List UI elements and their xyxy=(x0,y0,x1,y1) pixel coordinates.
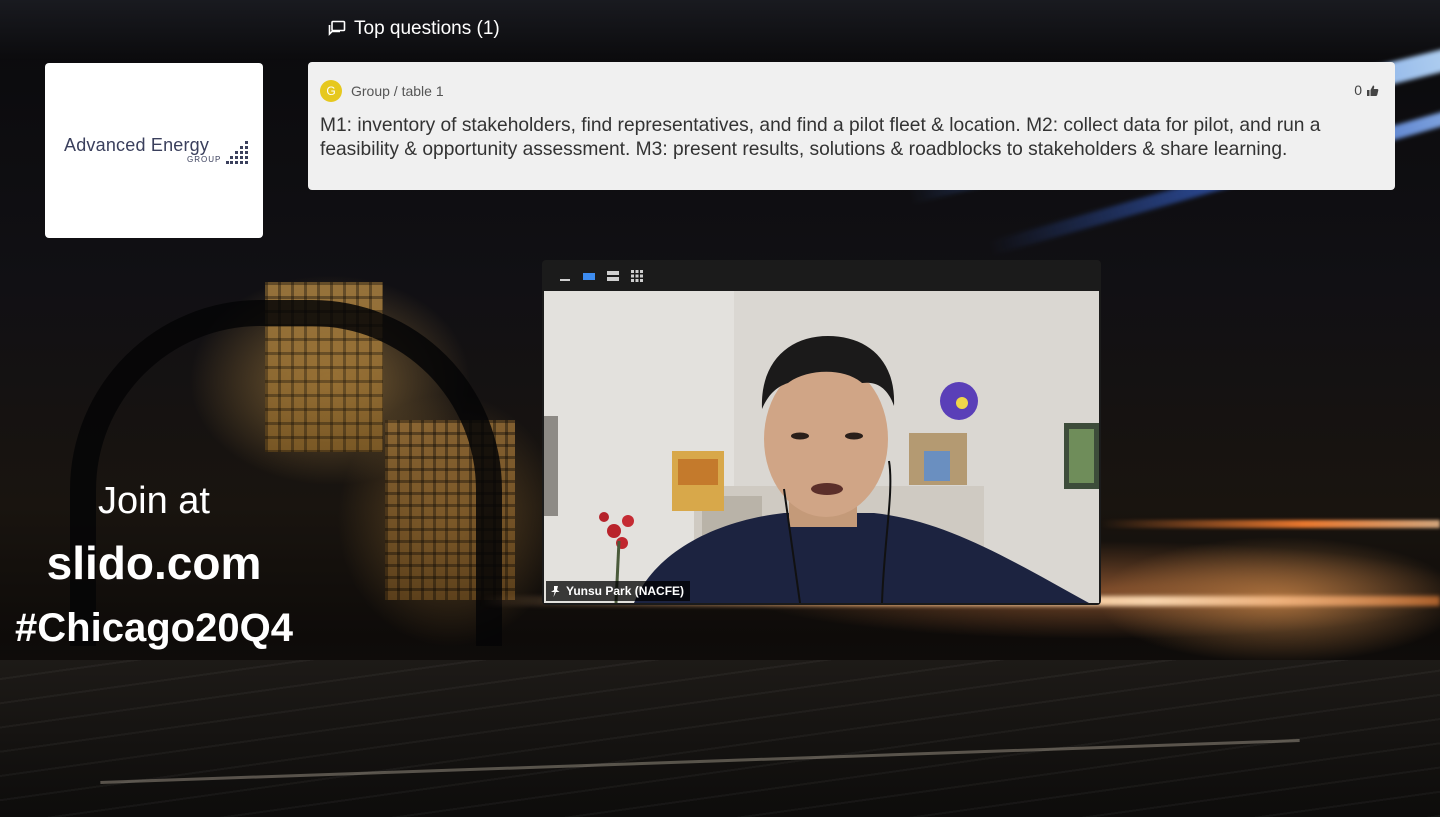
like-count: 0 xyxy=(1354,82,1362,98)
sponsor-logo-card: Advanced Energy GROUP xyxy=(45,63,263,238)
bridge-arch xyxy=(70,300,502,646)
question-author: Group / table 1 xyxy=(351,83,444,99)
bridge-beam xyxy=(0,0,1440,60)
road xyxy=(0,660,1440,817)
question-card[interactable]: G Group / table 1 0 M1: inventory of sta… xyxy=(308,62,1395,190)
advanced-energy-logo: Advanced Energy GROUP xyxy=(54,131,254,171)
question-meta: G Group / table 1 xyxy=(320,80,1383,102)
participant-name: Yunsu Park (NACFE) xyxy=(566,584,685,598)
join-label: Join at xyxy=(98,480,210,522)
participant-video: Yunsu Park (NACFE) xyxy=(544,291,1099,603)
slido-stage: Top questions (1) Advanced Energy GROUP … xyxy=(0,0,1440,817)
stacked-view-icon[interactable] xyxy=(606,268,620,282)
minimize-icon[interactable] xyxy=(558,268,572,282)
light-streak xyxy=(1100,520,1440,528)
speaker-view-icon[interactable] xyxy=(582,268,596,282)
logo-sub: GROUP xyxy=(187,154,222,164)
video-frame-image xyxy=(544,291,1099,603)
pin-icon xyxy=(551,585,560,597)
gallery-view-icon[interactable] xyxy=(630,268,644,282)
video-window[interactable]: Yunsu Park (NACFE) xyxy=(542,260,1101,605)
join-site: slido.com xyxy=(46,537,262,589)
question-text: M1: inventory of stakeholders, find repr… xyxy=(320,115,1321,160)
top-questions-title: Top questions (1) xyxy=(354,18,500,39)
logo-name: Advanced Energy xyxy=(64,134,210,155)
logo-dots-icon xyxy=(226,140,248,164)
author-avatar: G xyxy=(320,80,342,102)
video-toolbar xyxy=(542,260,1101,290)
top-questions-header: Top questions (1) xyxy=(328,18,500,40)
event-hashtag: #Chicago20Q4 xyxy=(15,606,293,650)
thumbs-up-icon xyxy=(1367,85,1379,96)
like-button[interactable]: 0 xyxy=(1354,82,1379,98)
questions-icon xyxy=(328,20,346,38)
participant-name-tag: Yunsu Park (NACFE) xyxy=(546,581,691,601)
